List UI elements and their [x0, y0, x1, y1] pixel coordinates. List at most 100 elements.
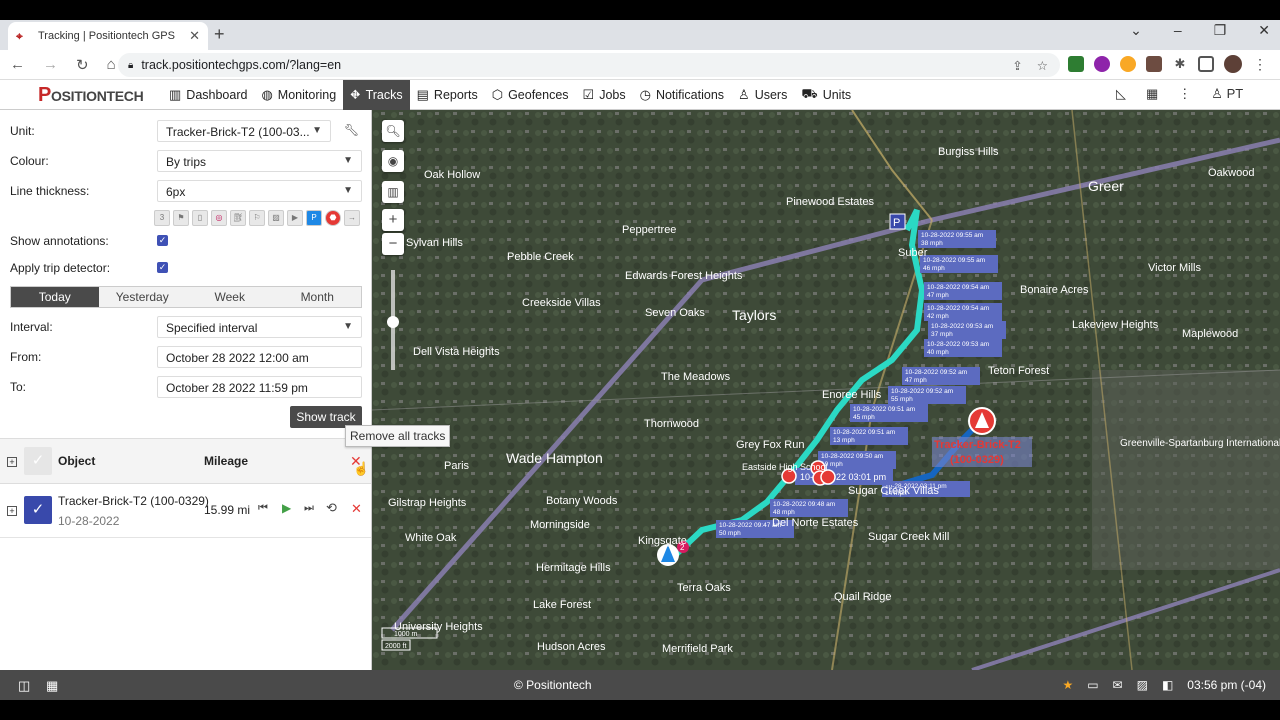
- panel-icon[interactable]: ◧: [1162, 678, 1173, 692]
- menu-units[interactable]: ⛟ Units: [794, 80, 858, 110]
- menu-tracks[interactable]: ⛖ Tracks: [343, 80, 410, 110]
- target-icon[interactable]: ◎: [211, 210, 227, 226]
- parking-icon[interactable]: P: [306, 210, 322, 226]
- extension-icon[interactable]: [1120, 56, 1136, 72]
- from-field[interactable]: October 28 2022 12:00 am: [157, 346, 362, 368]
- expand-row-icon[interactable]: +: [7, 506, 17, 516]
- menu-jobs[interactable]: ☑ Jobs: [576, 80, 633, 110]
- url-field[interactable]: 🔒︎ track.positiontechgps.com/?lang=en ⇪ …: [118, 53, 1060, 77]
- menu-label: Reports: [433, 88, 478, 102]
- account-icon[interactable]: ♙ PT: [1211, 86, 1243, 102]
- positiontech-logo[interactable]: POSITIONTECH: [38, 84, 144, 107]
- tab-yesterday[interactable]: Yesterday: [98, 287, 186, 307]
- menu-notifications[interactable]: ◷ Notifications: [633, 80, 731, 110]
- menu-dashboard[interactable]: ▥ Dashboard: [162, 80, 254, 110]
- to-field[interactable]: October 28 2022 11:59 pm: [157, 376, 362, 398]
- menu-reports[interactable]: ▤ Reports: [410, 80, 485, 110]
- map-layers-button[interactable]: ▥: [382, 181, 404, 203]
- ruler-icon[interactable]: ◺: [1116, 86, 1126, 102]
- tab-week[interactable]: Week: [186, 287, 274, 307]
- forward-icon[interactable]: →: [43, 56, 58, 74]
- skip-back-icon[interactable]: ⏮: [258, 502, 268, 515]
- trip-detector-checkbox[interactable]: ✓: [157, 262, 168, 273]
- wrench-icon[interactable]: 🔧︎: [344, 123, 359, 137]
- grid-view-icon[interactable]: ▦: [46, 678, 58, 694]
- menu-users[interactable]: ♙ Users: [731, 80, 794, 110]
- menu-monitoring[interactable]: ◍ Monitoring: [254, 80, 343, 110]
- play-icon[interactable]: ▶: [282, 501, 291, 515]
- arrow-icon[interactable]: →: [344, 210, 360, 226]
- home-icon[interactable]: ⌂: [107, 56, 116, 74]
- flag-icon[interactable]: ⚑: [173, 210, 189, 226]
- minimize-icon[interactable]: –: [1174, 22, 1182, 39]
- new-tab-button[interactable]: +: [214, 24, 225, 45]
- place-label: Oak Hollow: [424, 169, 480, 181]
- stop-icon[interactable]: ⬣: [325, 210, 341, 226]
- extension-icon[interactable]: [1068, 56, 1084, 72]
- puzzle-icon[interactable]: ✱: [1172, 56, 1188, 72]
- zoom-slider-handle[interactable]: [387, 316, 399, 328]
- zoom-out-button[interactable]: −: [382, 233, 404, 255]
- thickness-select[interactable]: 6px ▼: [157, 180, 362, 202]
- remove-track-icon[interactable]: ✕: [351, 501, 362, 517]
- extension-icon[interactable]: [1094, 56, 1110, 72]
- fuel-icon[interactable]: ⛽︎: [230, 210, 246, 226]
- route-icon[interactable]: ⟲: [326, 500, 337, 516]
- annotations-checkbox[interactable]: ✓: [157, 235, 168, 246]
- zoom-in-button[interactable]: +: [382, 209, 404, 231]
- annotation-speed: 50 mph: [719, 530, 741, 537]
- mail-icon[interactable]: ✉: [1113, 678, 1123, 692]
- chevron-down-icon: ▼: [343, 155, 353, 166]
- card-icon[interactable]: ▭: [1087, 678, 1098, 692]
- map[interactable]: 10-28-2022 09:55 am 38 mph 10-28-2022 09:…: [372, 110, 1280, 670]
- colour-select[interactable]: By trips ▼: [157, 150, 362, 172]
- track-checkbox[interactable]: ✓: [24, 496, 52, 524]
- track-date: 10-28-2022: [58, 514, 120, 528]
- menu-label: Tracks: [365, 88, 403, 102]
- doc-icon[interactable]: ▯: [192, 210, 208, 226]
- extension-icon[interactable]: [1146, 56, 1162, 72]
- tab-search-icon[interactable]: ⌄: [1130, 22, 1142, 39]
- track-row[interactable]: + ✓ Tracker-Brick-T2 (100-0329) 10-28-20…: [0, 484, 371, 538]
- favorite-star-icon[interactable]: ★: [1062, 678, 1073, 692]
- stop-marker[interactable]: [820, 469, 836, 485]
- remove-tracks-tooltip: Remove all tracks: [345, 425, 451, 447]
- interval-select[interactable]: Specified interval ▼: [157, 316, 362, 338]
- grid-icon[interactable]: ▦: [1146, 86, 1158, 102]
- browser-tab[interactable]: ⌖ Tracking | Positiontech GPS ✕: [8, 22, 208, 50]
- annotation-label: 10-28-2022 09:51 am: [833, 429, 895, 436]
- bookmark-star-icon[interactable]: ☆: [1037, 58, 1048, 73]
- unit-select[interactable]: Tracker-Brick-T2 (100-03... ▼: [157, 120, 331, 142]
- map-eye-button[interactable]: ◉: [382, 150, 404, 172]
- place-label: Eastside High School: [742, 462, 828, 472]
- profile-avatar[interactable]: [1224, 55, 1242, 73]
- interval-value: Specified interval: [166, 321, 258, 335]
- place-label: Sylvan Hills: [406, 237, 463, 249]
- flag2-icon[interactable]: ⚐: [249, 210, 265, 226]
- tab-today[interactable]: Today: [11, 287, 99, 307]
- close-window-icon[interactable]: ✕: [1258, 22, 1270, 39]
- count-icon[interactable]: 3: [154, 210, 170, 226]
- chevron-down-icon: ▼: [343, 321, 353, 332]
- skip-forward-icon[interactable]: ⏭: [304, 502, 314, 515]
- tab-close-icon[interactable]: ✕: [189, 28, 200, 44]
- map-search-button[interactable]: 🔍︎: [382, 120, 404, 142]
- more-icon[interactable]: ⋮: [1178, 86, 1191, 102]
- sidepanel-icon[interactable]: [1198, 56, 1214, 72]
- menu-geofences[interactable]: ⬡ Geofences: [485, 80, 576, 110]
- chrome-menu-icon[interactable]: ⋮: [1252, 56, 1268, 72]
- select-all-checkbox[interactable]: ✓: [24, 447, 52, 475]
- place-label: Seven Oaks: [645, 307, 705, 319]
- place-label: Pebble Creek: [507, 251, 574, 263]
- back-icon[interactable]: ←: [10, 56, 25, 74]
- tab-month[interactable]: Month: [273, 287, 361, 307]
- image-icon[interactable]: ▨: [1137, 678, 1148, 692]
- maximize-icon[interactable]: ❐: [1214, 22, 1227, 39]
- share-icon[interactable]: ⇪: [1012, 58, 1022, 73]
- sidebar-toggle-icon[interactable]: ◫: [18, 678, 30, 694]
- reload-icon[interactable]: ↻: [76, 56, 89, 74]
- video-icon[interactable]: ▶: [287, 210, 303, 226]
- place-label: Creekside Villas: [522, 297, 601, 309]
- image-icon[interactable]: ▨: [268, 210, 284, 226]
- expand-all-icon[interactable]: +: [7, 457, 17, 467]
